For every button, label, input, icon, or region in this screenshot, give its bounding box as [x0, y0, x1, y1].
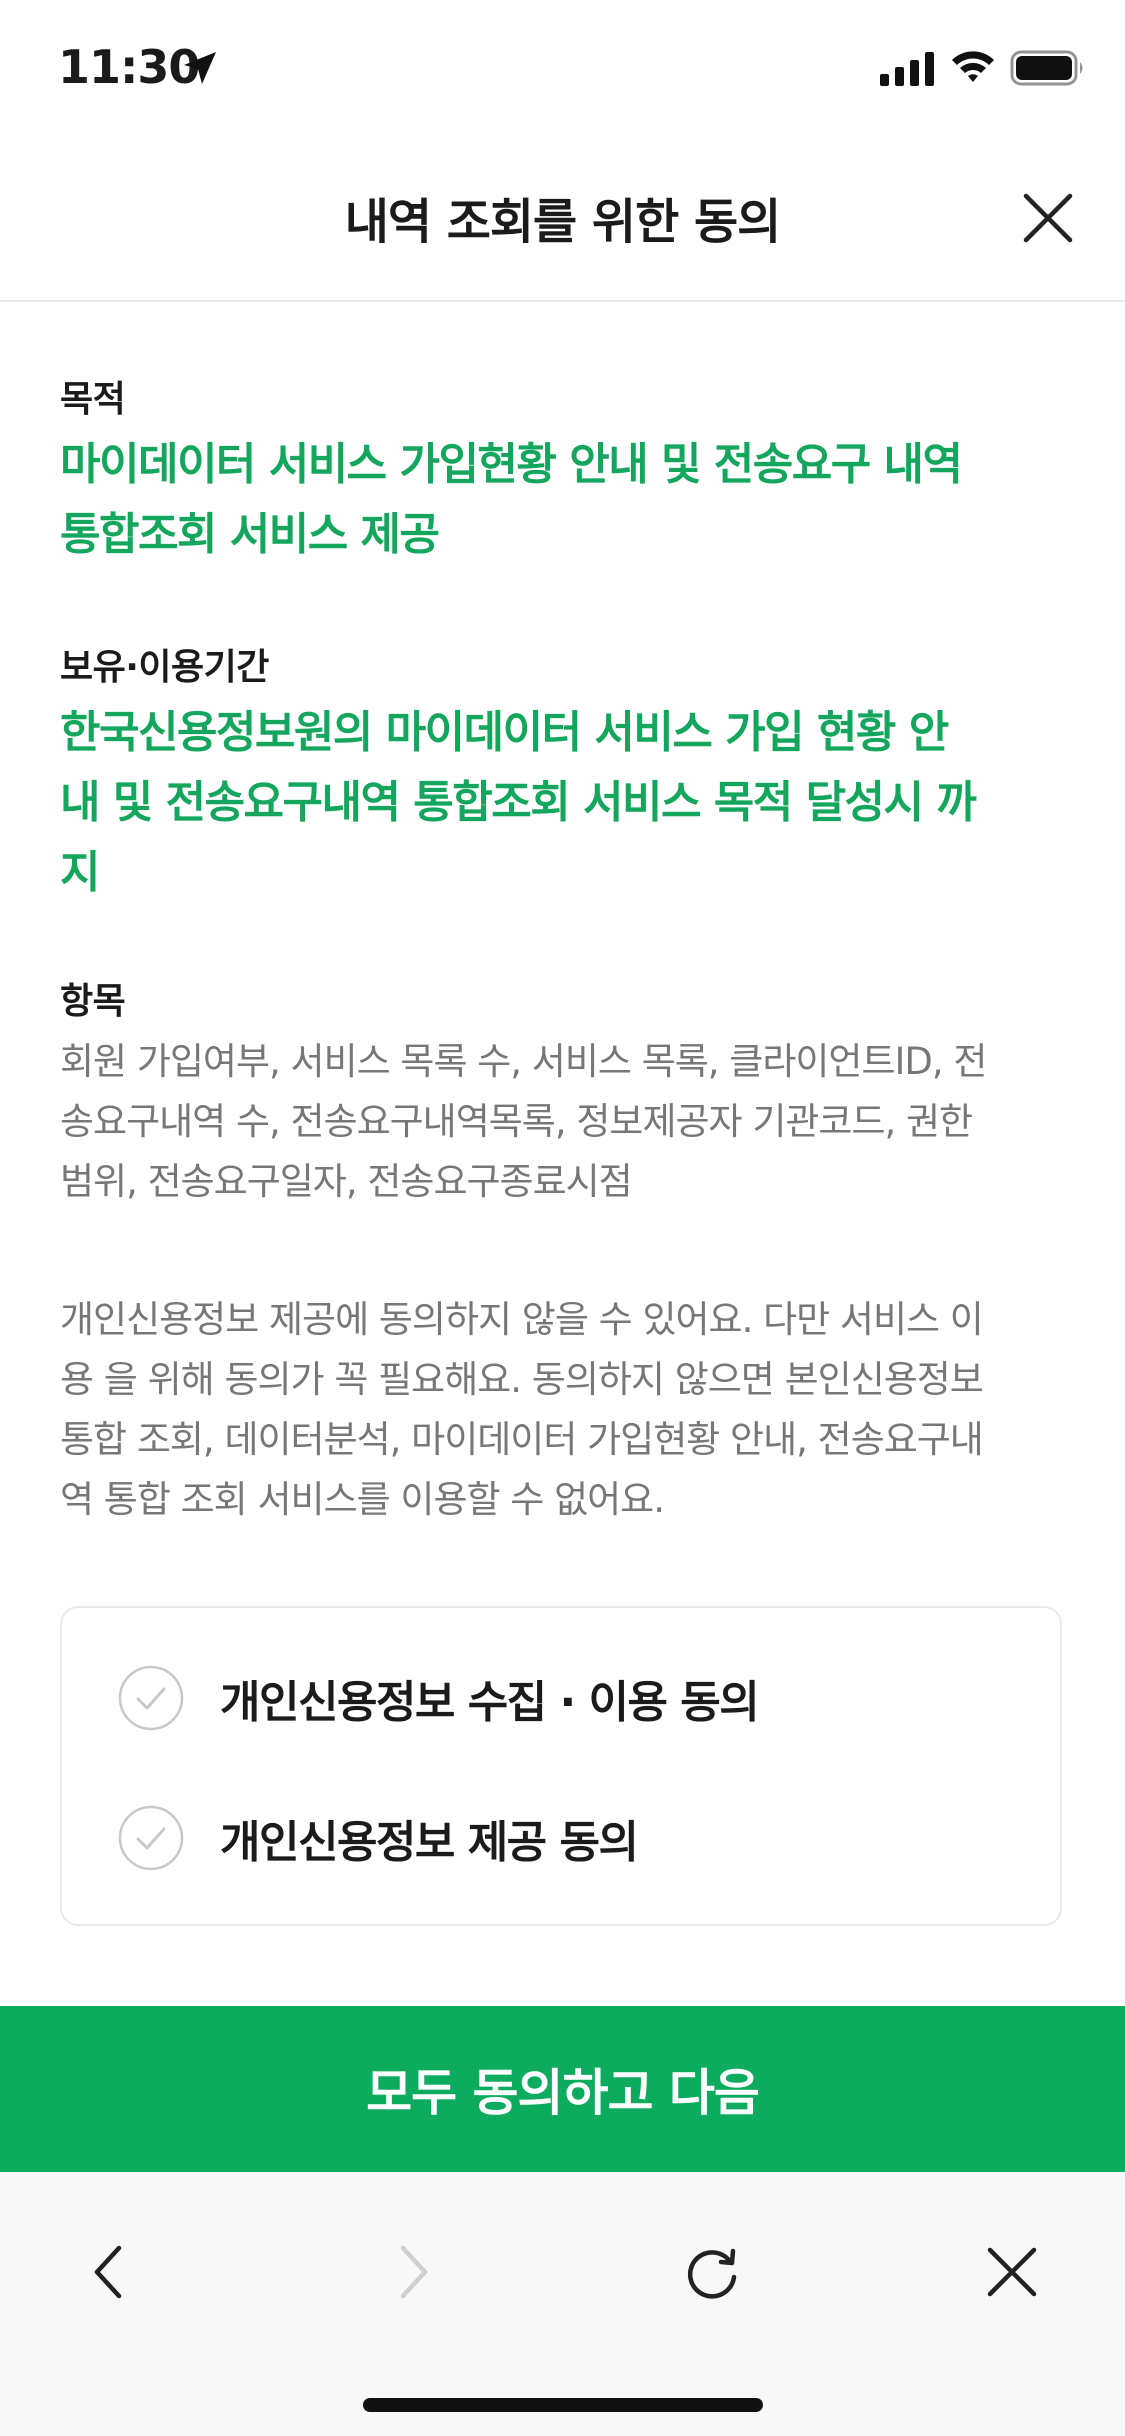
- purpose-label: 목적: [60, 379, 126, 420]
- items-label: 항목: [60, 981, 126, 1022]
- browser-toolbar: [0, 2172, 1125, 2436]
- header: 내역 조회를 위한 동의: [0, 140, 1125, 302]
- cellular-signal-icon: [880, 52, 934, 86]
- close-icon[interactable]: [1018, 188, 1078, 248]
- page-title: 내역 조회를 위한 동의: [344, 194, 782, 250]
- check-circle-icon[interactable]: [118, 1805, 184, 1871]
- retention-label: 보유·이용기간: [60, 647, 269, 688]
- wifi-icon: [952, 51, 994, 82]
- consent-notice: 개인신용정보 제공에 동의하지 않을 수 있어요. 다만 서비스 이 용 을 위…: [60, 1298, 984, 1521]
- consent-provide[interactable]: 개인신용정보 제공 동의: [118, 1802, 639, 1874]
- items-section: 항목 회원 가입여부, 서비스 목록 수, 서비스 목록, 클라이언트ID, 전…: [60, 972, 987, 1212]
- consent-box: 개인신용정보 수집 · 이용 동의 개인신용정보 제공 동의: [60, 1606, 1062, 1926]
- toolbar-close-button[interactable]: [962, 2222, 1062, 2322]
- refresh-icon: [687, 2248, 737, 2299]
- location-arrow-icon: [184, 52, 216, 84]
- close-icon: [987, 2247, 1037, 2297]
- battery-icon: [1010, 50, 1083, 86]
- forward-button[interactable]: [362, 2222, 462, 2322]
- consent-provide-label: 개인신용정보 제공 동의: [220, 1817, 639, 1868]
- refresh-button[interactable]: [662, 2222, 762, 2322]
- consent-collect-use-label: 개인신용정보 수집 · 이용 동의: [220, 1677, 760, 1728]
- purpose-section: 목적 마이데이터 서비스 가입현황 안내 및 전송요구 내역 통합조회 서비스 …: [60, 370, 963, 570]
- forward-icon: [400, 2245, 428, 2299]
- status-time: 11:30: [58, 40, 200, 94]
- retention-section: 보유·이용기간 한국신용정보원의 마이데이터 서비스 가입 현황 안 내 및 전…: [60, 638, 977, 908]
- retention-value: 한국신용정보원의 마이데이터 서비스 가입 현황 안 내 및 전송요구내역 통합…: [60, 707, 977, 898]
- check-circle-icon[interactable]: [118, 1665, 184, 1731]
- items-value: 회원 가입여부, 서비스 목록 수, 서비스 목록, 클라이언트ID, 전 송요…: [60, 1040, 987, 1203]
- status-bar: 11:30: [0, 0, 1125, 140]
- purpose-value: 마이데이터 서비스 가입현황 안내 및 전송요구 내역 통합조회 서비스 제공: [60, 439, 963, 560]
- home-indicator: [363, 2398, 763, 2412]
- consent-collect-use[interactable]: 개인신용정보 수집 · 이용 동의: [118, 1662, 760, 1734]
- back-icon: [94, 2245, 122, 2299]
- agree-all-next-button[interactable]: 모두 동의하고 다음: [0, 2006, 1125, 2172]
- back-button[interactable]: [60, 2222, 160, 2322]
